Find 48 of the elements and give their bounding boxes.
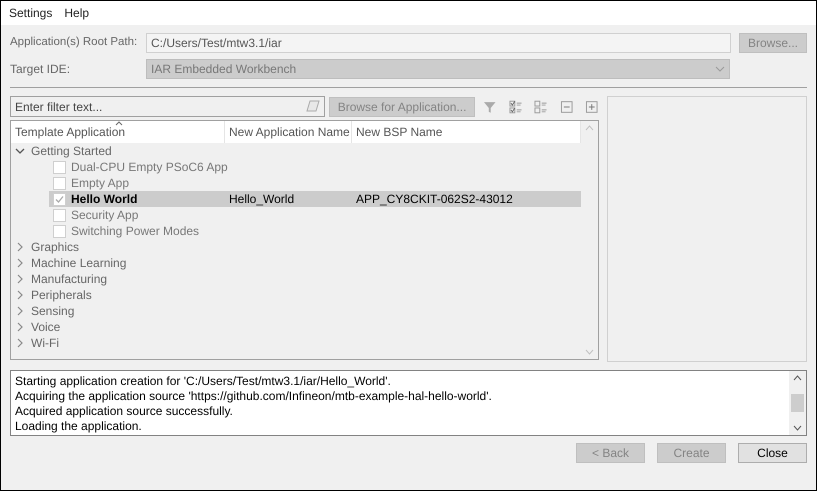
scroll-down-icon[interactable] bbox=[793, 425, 802, 431]
check-all-icon[interactable] bbox=[508, 100, 522, 114]
log-line: Acquiring the application source 'https://github.com/Infineon/mtb-example-hal-hello-world'. bbox=[15, 389, 493, 404]
tree-category[interactable]: Machine Learning bbox=[31, 254, 126, 272]
tree-category[interactable]: Manufacturing bbox=[31, 270, 108, 288]
target-ide-label: Target IDE: bbox=[10, 61, 72, 78]
column-header[interactable]: Template Application bbox=[11, 121, 225, 143]
collapse-all-icon[interactable] bbox=[560, 100, 574, 114]
log-line: Acquired application source successfully. bbox=[15, 404, 234, 419]
tree-category[interactable]: Sensing bbox=[31, 302, 74, 320]
scroll-up-icon[interactable] bbox=[793, 375, 802, 381]
app-name-cell: Hello_World bbox=[229, 192, 294, 206]
tree-row[interactable]: Hello World Hello_World APP_CY8CKIT-062S2-43012 bbox=[49, 191, 581, 207]
root-path-field[interactable]: C:/Users/Test/mtw3.1/iar bbox=[146, 33, 731, 53]
filter-icon[interactable] bbox=[483, 100, 497, 114]
root-path-label: Application(s) Root Path: bbox=[10, 35, 138, 50]
filter-field[interactable]: Enter filter text... bbox=[10, 96, 325, 117]
tree-category[interactable]: Wi-Fi bbox=[31, 334, 59, 352]
template-name: Dual-CPU Empty PSoC6 App bbox=[71, 159, 229, 176]
template-name: Switching Power Modes bbox=[71, 223, 200, 240]
column-header[interactable]: New Application Name bbox=[225, 121, 352, 143]
tree-category[interactable]: Voice bbox=[31, 318, 60, 336]
checkbox[interactable] bbox=[53, 160, 66, 174]
bsp-name-cell-text: APP_CY8CKIT-062S2-43012 bbox=[356, 191, 513, 208]
scroll-thumb[interactable] bbox=[791, 394, 804, 412]
tree-category[interactable]: Graphics bbox=[31, 238, 80, 256]
expand-all-icon[interactable] bbox=[585, 100, 599, 114]
tree-category[interactable]: Peripherals bbox=[31, 286, 92, 304]
checkbox[interactable] bbox=[53, 176, 66, 190]
tree-row[interactable]: Switching Power Modes bbox=[49, 223, 581, 239]
checkbox[interactable] bbox=[53, 224, 66, 238]
menu-item[interactable]: Help bbox=[64, 4, 90, 22]
log-line: Loading the application. bbox=[15, 419, 143, 434]
uncheck-all-icon[interactable] bbox=[534, 100, 548, 114]
tree-row[interactable]: Empty App bbox=[49, 175, 581, 191]
dialog-button[interactable]: Close bbox=[738, 443, 807, 463]
template-name: Empty App bbox=[71, 175, 130, 192]
tree-row[interactable]: Dual-CPU Empty PSoC6 App bbox=[49, 159, 581, 175]
log-line: Starting application creation for 'C:/Users/Test/mtw3.1/iar/Hello_World'. bbox=[15, 374, 392, 389]
template-name: Hello World bbox=[71, 191, 138, 208]
checkbox[interactable] bbox=[53, 208, 66, 222]
menu-item[interactable]: Settings bbox=[9, 4, 52, 22]
chevron-down-icon[interactable] bbox=[15, 146, 25, 156]
checkbox[interactable] bbox=[53, 192, 66, 206]
eraser-icon[interactable] bbox=[306, 100, 320, 112]
tree-category[interactable]: Getting Started bbox=[31, 142, 112, 160]
tree-row[interactable]: Security App bbox=[49, 207, 581, 223]
template-name: Security App bbox=[71, 207, 140, 224]
